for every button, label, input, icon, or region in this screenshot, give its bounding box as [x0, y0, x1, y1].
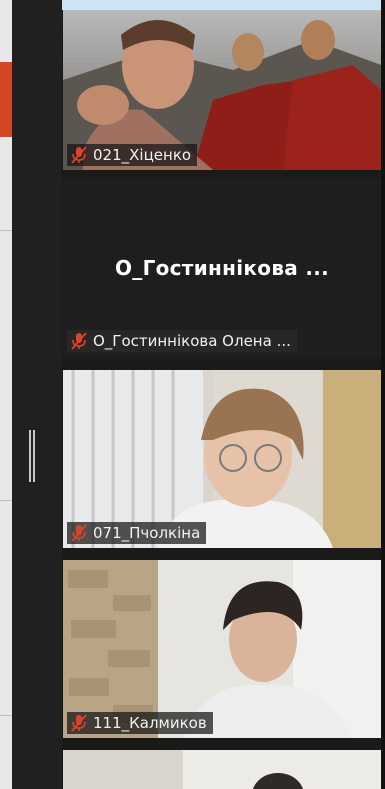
participant-name: 111_Калмиков: [93, 714, 207, 732]
participant-tile[interactable]: [63, 750, 381, 789]
muted-microphone-icon: [71, 332, 87, 350]
participant-center-name: О_Гостиннікова ...: [114, 256, 330, 280]
scrollbar-track[interactable]: [381, 0, 385, 789]
participant-name-tag: О_Гостиннікова Олена ...: [67, 330, 297, 352]
participant-name-tag: 111_Калмиков: [67, 712, 213, 734]
participant-video: [63, 750, 381, 789]
participant-tile[interactable]: 071_Пчолкіна: [63, 370, 381, 548]
muted-microphone-icon: [71, 146, 87, 164]
participant-tile[interactable]: 111_Калмиков: [63, 560, 381, 738]
participant-name-tag: 021_Хіценко: [67, 144, 198, 166]
participant-tile[interactable]: О_Гостиннікова ... О_Гостиннікова Олена …: [63, 178, 381, 358]
left-divider: [0, 715, 12, 716]
participant-tile[interactable]: 021_Хіценко: [63, 10, 381, 170]
left-accent-bar: [0, 62, 12, 137]
muted-microphone-icon: [71, 524, 87, 542]
participant-name: 021_Хіценко: [93, 146, 192, 164]
left-divider: [0, 230, 12, 231]
participant-name-tag: 071_Пчолкіна: [67, 522, 207, 544]
splitter-handle-icon[interactable]: [29, 430, 35, 482]
muted-microphone-icon: [71, 714, 87, 732]
participant-name: 071_Пчолкіна: [93, 524, 201, 542]
left-content-pane: [0, 0, 12, 789]
participant-name: О_Гостиннікова Олена ...: [93, 332, 291, 350]
left-divider: [0, 500, 12, 501]
gallery-gutter: [12, 0, 62, 789]
